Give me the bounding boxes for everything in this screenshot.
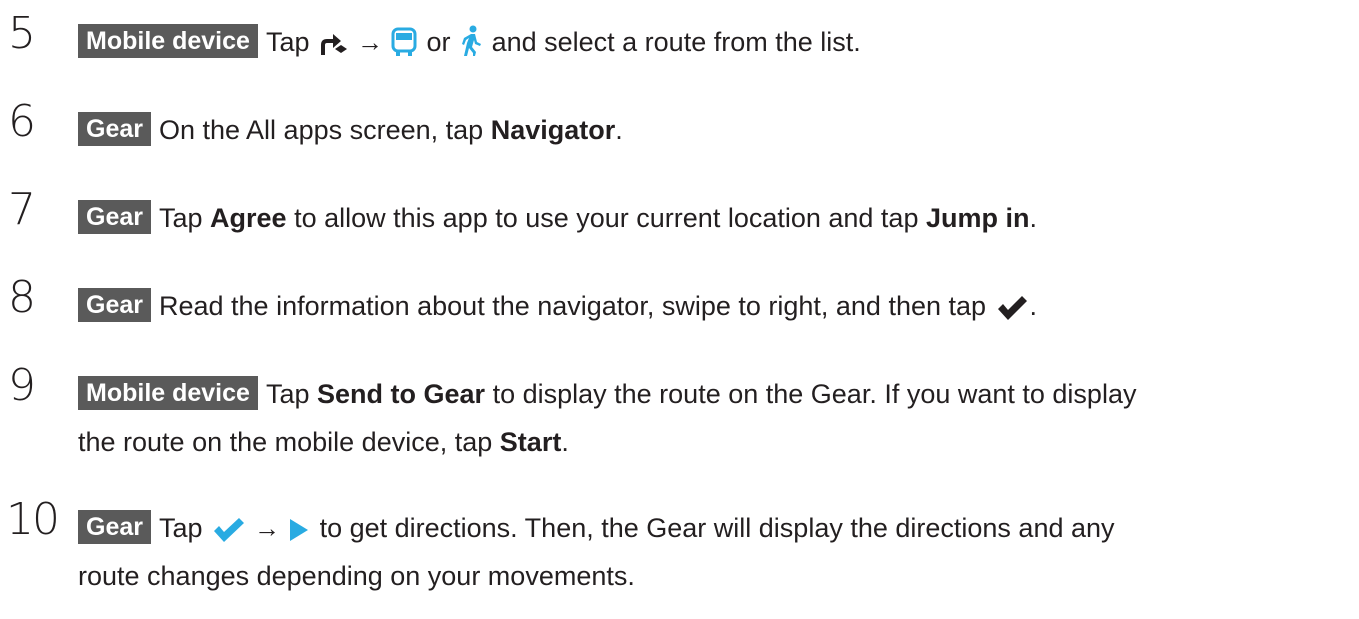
text-run: . [1029, 291, 1038, 321]
step-number: 6 [8, 96, 36, 147]
text-run: to get directions. Then, the Gear will d… [319, 513, 1115, 543]
device-tag: Gear [78, 200, 151, 234]
step-number: 9 [8, 360, 36, 411]
text-run: . [561, 427, 569, 457]
step-text: Gear Read the information about the navig… [78, 286, 1037, 332]
text-run: the route on the mobile device, tap [78, 427, 493, 457]
text-run: Tap [265, 27, 310, 57]
text-run: Tap [158, 513, 203, 543]
step-number: 5 [8, 8, 36, 59]
device-tag: Mobile device [78, 376, 258, 410]
text-run: and select a route from the list. [491, 27, 861, 57]
device-tag: Mobile device [78, 24, 258, 58]
step-text: Gear Tap → to get directions. Then, the G… [78, 508, 1115, 554]
walking-icon [460, 25, 482, 68]
device-tag: Gear [78, 288, 151, 322]
checkmark-blue-icon [212, 514, 246, 554]
device-tag: Gear [78, 112, 151, 146]
step-number: 10 [6, 494, 60, 545]
step-text-line-2: the route on the mobile device, tap Star… [78, 422, 569, 462]
play-icon [288, 514, 310, 554]
text-run: to display the route on the Gear. If you… [492, 379, 1137, 409]
step-text: Gear On the All apps screen, tap Navigato… [78, 110, 623, 150]
text-run: or [426, 27, 451, 57]
step-text: Mobile device Tap Send to Gear to display… [78, 374, 1136, 414]
bold-term: Navigator [490, 115, 616, 145]
arrow-glyph: → [254, 513, 281, 543]
text-run: route changes depending on your movement… [78, 561, 635, 591]
arrow-glyph: → [357, 27, 384, 57]
bold-term: Start [499, 427, 562, 457]
directions-icon [319, 28, 349, 68]
step-text: Gear Tap Agree to allow this app to use y… [78, 198, 1037, 238]
device-tag: Gear [78, 510, 151, 544]
bold-term: Send to Gear [317, 379, 486, 409]
step-text: Mobile device Tap → or and select a route… [78, 22, 861, 68]
bus-icon [391, 27, 417, 68]
text-run: Tap [265, 379, 310, 409]
text-run: On the All apps screen, tap [158, 115, 484, 145]
step-number: 8 [8, 272, 36, 323]
text-run: Tap [158, 203, 203, 233]
bold-term: Jump in [925, 203, 1030, 233]
step-number: 7 [8, 184, 36, 235]
step-text-line-2: route changes depending on your movement… [78, 556, 635, 596]
text-run: to allow this app to use your current lo… [294, 203, 919, 233]
text-run: . [1029, 203, 1038, 233]
text-run: . [615, 115, 623, 145]
checkmark-icon [996, 292, 1028, 332]
text-run: Read the information about the navigator… [158, 291, 987, 321]
bold-term: Agree [210, 203, 287, 233]
